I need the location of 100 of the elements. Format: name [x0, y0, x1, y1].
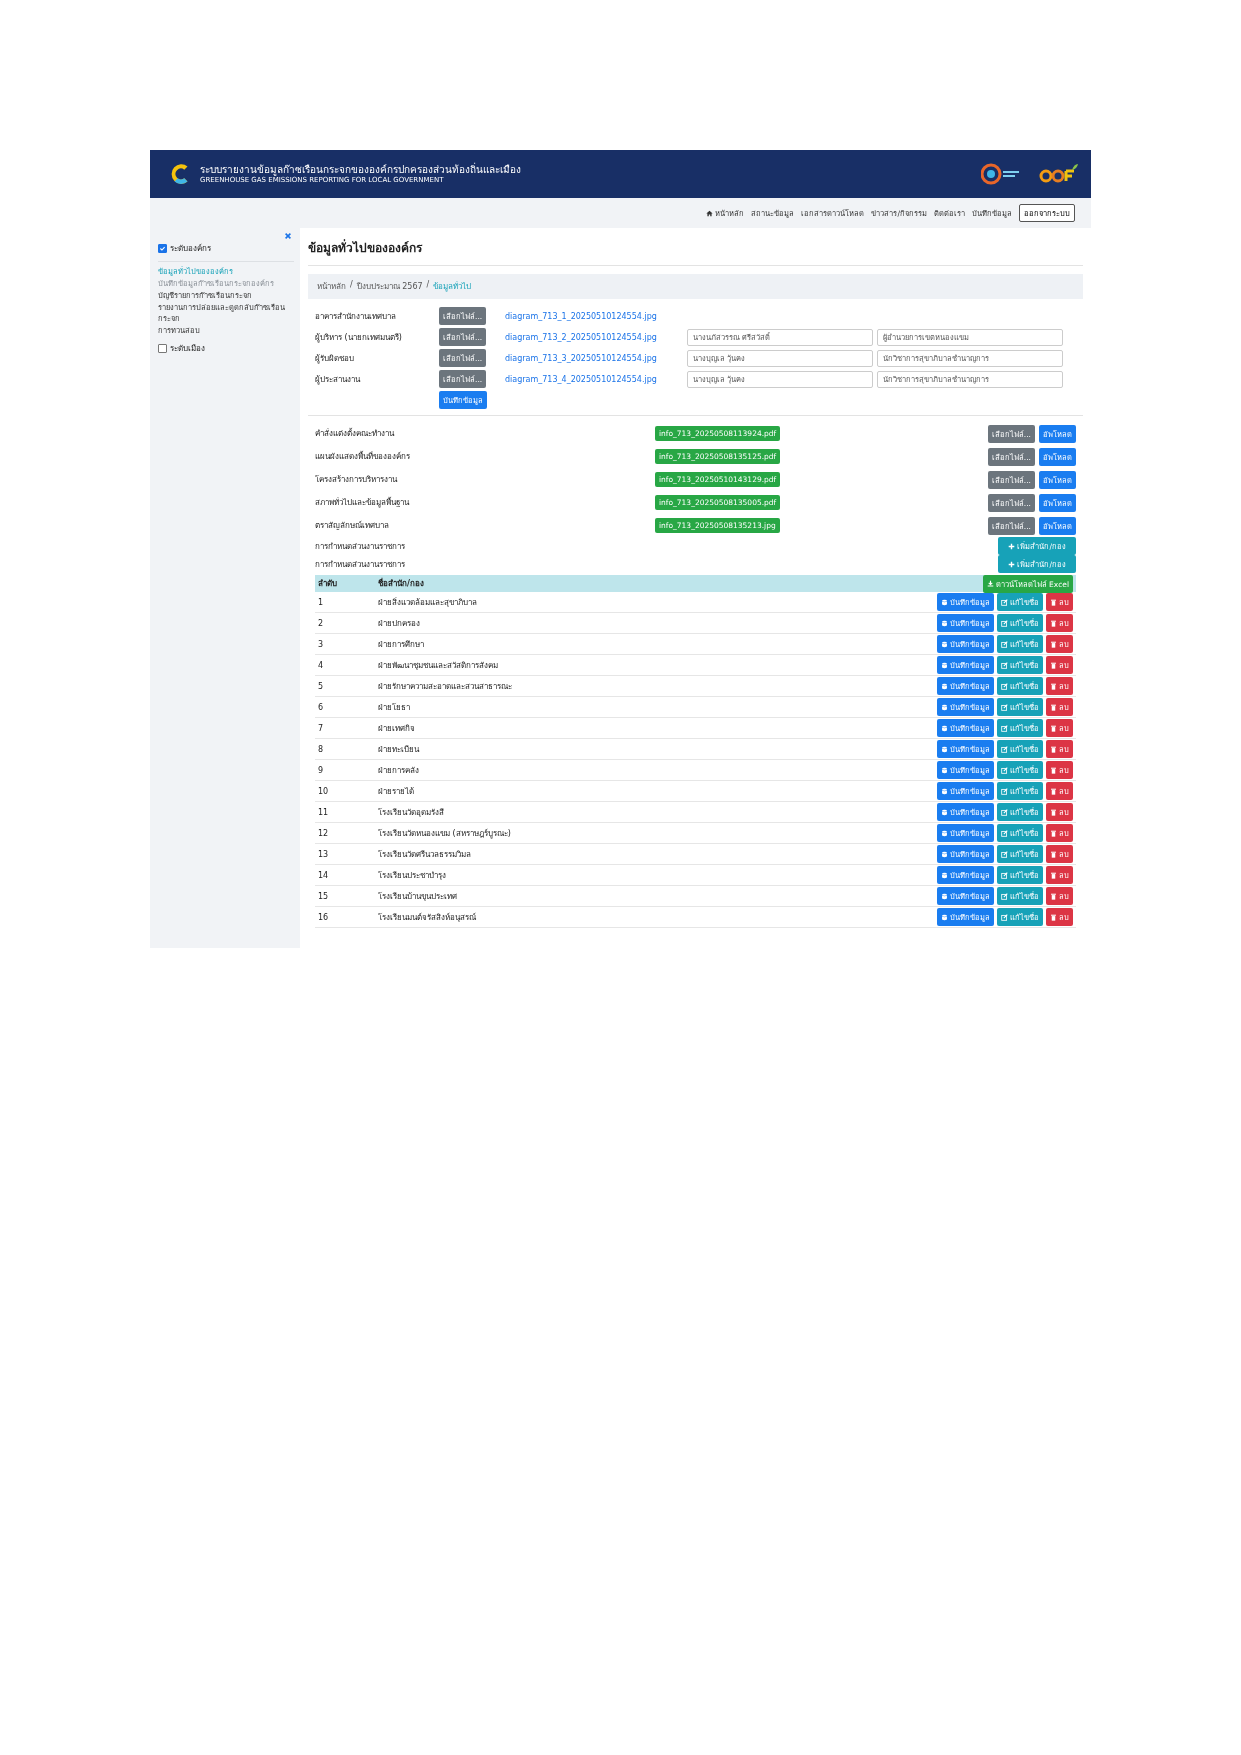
trash-icon	[1050, 724, 1057, 732]
trash-icon	[1050, 619, 1057, 627]
database-icon	[941, 745, 948, 753]
column-header: ชื่อสำนัก/กอง	[378, 577, 425, 590]
table-cell-text: ฝ่ายการศึกษา	[378, 638, 425, 651]
table-cell-text: 4	[318, 660, 325, 670]
edit-icon	[1001, 745, 1008, 753]
database-icon	[941, 829, 948, 837]
table-cell-text: ฝ่ายเทศกิจ	[378, 722, 416, 735]
table-cell-text: 14	[318, 870, 330, 880]
table-cell-text: โรงเรียนวัดหนองแขม (สหราษฎร์บูรณะ)	[378, 827, 512, 840]
database-icon	[941, 766, 948, 774]
edit-icon	[1001, 640, 1008, 648]
table-cell-text: 6	[318, 702, 325, 712]
table-cell-text: 3	[318, 639, 325, 649]
database-icon	[941, 661, 948, 669]
table-cell-text: โรงเรียนบ้านขุนประเทศ	[378, 890, 458, 903]
edit-icon	[1001, 619, 1008, 627]
table-cell-text: 1	[318, 597, 325, 607]
trash-icon	[1050, 661, 1057, 669]
checkbox-label: ระดับองค์กร	[170, 243, 211, 255]
table-cell-text: โรงเรียนวัดอุดมรังสี	[378, 806, 445, 819]
trash-icon	[1050, 808, 1057, 816]
edit-icon	[1001, 703, 1008, 711]
edit-icon	[1001, 661, 1008, 669]
table-cell-text: 11	[318, 807, 330, 817]
trash-icon	[1050, 787, 1057, 795]
database-icon	[941, 808, 948, 816]
table-cell-text: ฝ่ายสิ่งแวดล้อมและสุขาภิบาล	[378, 596, 478, 609]
table-cell-text: ฝ่ายโยธา	[378, 701, 411, 714]
page-title: ข้อมูลทั่วไปขององค์กร	[308, 236, 1083, 266]
table-cell-text: โรงเรียนประชาบำรุง	[378, 869, 447, 882]
document-label: ตราสัญลักษณ์เทศบาล	[315, 520, 390, 532]
file-link[interactable]: diagram_713_3_20250510124554.jpg	[505, 353, 683, 363]
field-label: ผู้บริหาร (นายกเทศมนตรี)	[315, 331, 403, 344]
breadcrumb-separator: /	[426, 280, 430, 291]
checkbox[interactable]	[158, 344, 167, 353]
table-cell-text: ฝ่ายพัฒนาชุมชนและสวัสดิการสังคม	[378, 659, 499, 672]
table-cell-text: 8	[318, 744, 325, 754]
field-label: ผู้ประสานงาน	[315, 373, 362, 386]
edit-icon	[1001, 871, 1008, 879]
edit-icon	[1001, 787, 1008, 795]
table-cell-text: 12	[318, 828, 330, 838]
database-icon	[941, 619, 948, 627]
field-label: ผู้รับผิดชอบ	[315, 352, 355, 365]
edit-icon	[1001, 892, 1008, 900]
database-icon	[941, 598, 948, 606]
plus-icon	[1008, 560, 1016, 568]
trash-icon	[1050, 703, 1057, 711]
database-icon	[941, 892, 948, 900]
table-cell-text: ฝ่ายทะเบียน	[378, 743, 421, 756]
site-title: ระบบรายงานข้อมูลก๊าซเรือนกระจกขององค์กรปกครองส่วนท้องถิ่นและเมือง	[200, 163, 522, 176]
column-header: ลำดับ	[318, 578, 338, 590]
trash-icon	[1050, 745, 1057, 753]
file-link[interactable]: diagram_713_2_20250510124554.jpg	[505, 332, 683, 342]
trash-icon	[1050, 640, 1057, 648]
table-cell-text: ฝ่ายปกครอง	[378, 617, 421, 630]
trash-icon	[1050, 682, 1057, 690]
download-icon	[986, 580, 994, 587]
edit-icon	[1001, 682, 1008, 690]
section-label: การกำหนดส่วนงานราชการ	[315, 558, 405, 571]
database-icon	[941, 787, 948, 795]
table-cell-text: โรงเรียนมนต์จรัสสิงห์อนุสรณ์	[378, 911, 477, 924]
breadcrumb-link[interactable]: ข้อมูลทั่วไป	[433, 280, 472, 293]
trash-icon	[1050, 892, 1057, 900]
plus-icon	[1008, 542, 1016, 550]
table-cell-text: ฝ่ายรายได้	[378, 785, 415, 798]
home-icon	[706, 209, 714, 217]
section-label: การกำหนดส่วนงานราชการ	[315, 540, 405, 553]
breadcrumb-separator: /	[350, 280, 353, 291]
breadcrumb-link[interactable]: หน้าหลัก	[317, 280, 346, 293]
document-label: คำสั่งแต่งตั้งคณะทำงาน	[315, 427, 396, 440]
table-cell-text: 2	[318, 618, 325, 628]
breadcrumb-link[interactable]: ปีงบประมาณ 2567	[356, 280, 423, 293]
edit-icon	[1001, 850, 1008, 858]
database-icon	[941, 703, 948, 711]
edit-icon	[1001, 808, 1008, 816]
edit-icon	[1001, 724, 1008, 732]
trash-icon	[1050, 829, 1057, 837]
table-cell-text: 13	[318, 849, 330, 859]
trash-icon	[1050, 871, 1057, 879]
database-icon	[941, 724, 948, 732]
database-icon	[941, 850, 948, 858]
checkbox[interactable]	[158, 244, 167, 253]
table-cell-text: 9	[318, 765, 325, 775]
partner-logo-icon	[981, 162, 1021, 186]
table-cell-text: ฝ่ายการคลัง	[378, 764, 420, 777]
database-icon	[941, 682, 948, 690]
edit-icon	[1001, 598, 1008, 606]
document-label: สภาพทั่วไปและข้อมูลพื้นฐาน	[315, 496, 411, 509]
checkbox-label: ระดับเมือง	[170, 343, 205, 355]
database-icon	[941, 640, 948, 648]
file-link[interactable]: diagram_713_4_20250510124554.jpg	[505, 374, 683, 384]
edit-icon	[1001, 829, 1008, 837]
edit-icon	[1001, 913, 1008, 921]
close-icon[interactable]	[284, 232, 292, 240]
trash-icon	[1050, 913, 1057, 921]
file-link[interactable]: diagram_713_1_20250510124554.jpg	[505, 311, 683, 321]
table-cell-text: ฝ่ายรักษาความสะอาดและสวนสาธารณะ	[378, 680, 513, 693]
table-cell-text: 5	[318, 681, 325, 691]
